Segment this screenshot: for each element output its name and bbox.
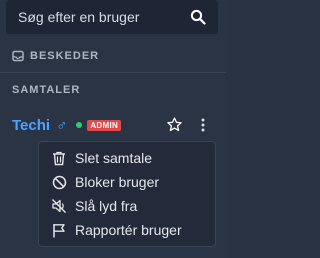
search-bar [6, 0, 218, 34]
flag-icon [51, 222, 67, 238]
search-input[interactable] [6, 0, 188, 34]
star-icon[interactable] [165, 115, 183, 133]
block-user-menu-item[interactable]: Bloker bruger [51, 172, 159, 192]
report-user-menu-item[interactable]: Rapportér bruger [51, 220, 182, 240]
user-name[interactable]: Techi [12, 117, 50, 134]
mute-menu-item[interactable]: Slå lyd fra [51, 196, 137, 216]
conversation-row[interactable]: Techi ♂ ADMIN [12, 114, 218, 136]
trash-icon [51, 150, 67, 166]
messages-section-label: BESKEDER [30, 50, 100, 62]
block-icon [51, 174, 67, 190]
male-gender-icon: ♂ [56, 116, 68, 134]
online-status-dot [76, 122, 83, 128]
conversations-section-header: SAMTALER [12, 84, 81, 96]
menu-item-label: Bloker bruger [75, 174, 160, 190]
search-icon[interactable] [188, 7, 208, 27]
messages-section-header[interactable]: BESKEDER [12, 50, 99, 62]
menu-item-label: Rapportér bruger [75, 222, 182, 238]
conversation-context-menu: Slet samtale Bloker bruger Slå lyd fra R… [38, 141, 216, 247]
admin-badge: ADMIN [87, 119, 122, 131]
menu-item-label: Slet samtale [75, 150, 153, 166]
delete-conversation-menu-item[interactable]: Slet samtale [51, 148, 152, 168]
mute-icon [51, 198, 67, 214]
section-divider [0, 72, 226, 73]
chat-sidebar: BESKEDER SAMTALER Techi ♂ ADMIN [0, 0, 226, 258]
menu-item-label: Slå lyd fra [75, 198, 138, 214]
inbox-icon [12, 50, 24, 62]
more-options-icon[interactable] [198, 116, 208, 134]
